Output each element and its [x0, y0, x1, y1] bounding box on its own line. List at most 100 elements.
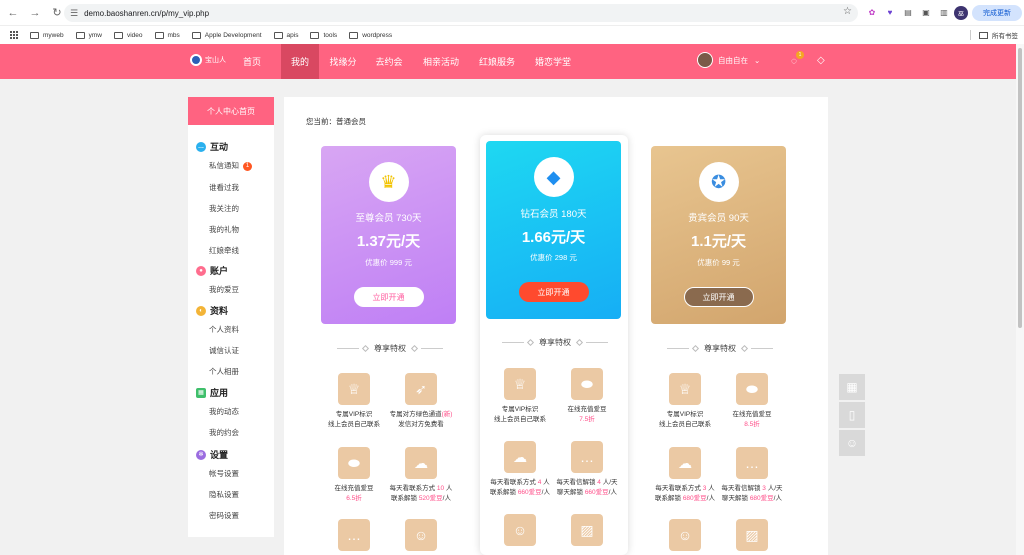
profile-avatar[interactable]: 巫 [954, 6, 968, 20]
back-icon[interactable]: ← [4, 4, 22, 22]
bean-icon: ⬬ [338, 447, 370, 479]
browser-chrome: ← → ↻ ☰ demo.baoshanren.cn/p/my_vip.php … [0, 0, 1024, 44]
forward-icon[interactable]: → [26, 4, 44, 22]
chat-bubble-icon: … [338, 519, 370, 551]
logo-icon [190, 54, 202, 66]
section-account: ● 账户 [196, 264, 228, 277]
sidebar-header[interactable]: 个人中心首页 [188, 97, 274, 125]
sidebar-item-verify[interactable]: 诚信认证 [209, 345, 239, 356]
bookmark-item[interactable]: mbs [154, 31, 180, 39]
apps-icon: ▦ [196, 387, 206, 398]
chat-bubble-icon: … [736, 447, 768, 479]
site-header: 宝山人 首页 我的 找缘分 去约会 相亲活动 红娘服务 婚恋学堂 自由自在 ⌄ … [0, 44, 1016, 79]
wechat-icon: ☁ [669, 447, 701, 479]
crown-outline-icon: ♕ [338, 373, 370, 405]
site-logo[interactable]: 宝山人 [190, 54, 226, 66]
update-button[interactable]: 完成更新 [972, 5, 1022, 21]
nav-home[interactable]: 首页 [233, 44, 271, 79]
sidebar-item-album[interactable]: 个人相册 [209, 366, 239, 377]
sidebar-item-privacy[interactable]: 隐私设置 [209, 489, 239, 500]
sidebar-item-beans[interactable]: 我的爱豆 [209, 284, 239, 295]
sidebar-item-moments[interactable]: 我的动态 [209, 406, 239, 417]
chat-bubble-icon: … [571, 441, 603, 473]
current-membership: 您当前：普通会员 [306, 117, 366, 126]
folder-icon [30, 31, 39, 39]
extensions-puzzle-icon[interactable]: ▣ [920, 6, 932, 18]
nav-dating[interactable]: 去约会 [371, 44, 407, 79]
feature-avatar: ☺ [482, 514, 558, 546]
open-honored-button[interactable]: 立即开通 [683, 287, 754, 307]
diamond-icon[interactable]: ◇ [817, 55, 825, 66]
privilege-heading: 尊享特权 [333, 343, 447, 354]
face-icon: ☺ [405, 519, 437, 551]
privilege-heading: 尊享特权 [663, 343, 777, 354]
bean-icon: ⬬ [736, 373, 768, 405]
nav-school[interactable]: 婚恋学堂 [530, 44, 576, 79]
feature-message-unlock: … 每天看信解锁 3 人/天 聊天解锁 680爱豆/人 [714, 447, 790, 504]
extension-clipboard-icon[interactable]: ▤ [902, 6, 914, 18]
sidebar-item-messages[interactable]: 私信通知 1 [209, 160, 252, 171]
nav-events[interactable]: 相亲活动 [418, 44, 464, 79]
url-text: demo.baoshanren.cn/p/my_vip.php [84, 8, 210, 18]
all-bookmarks[interactable]: 所有书签 [970, 30, 1018, 40]
feature-photo: ▨ [714, 519, 790, 551]
feature-chat: … [316, 519, 392, 551]
bookmark-item[interactable]: tools [310, 31, 337, 39]
bookmark-item[interactable]: ymw [75, 31, 102, 39]
sidebar-item-dates[interactable]: 我的约会 [209, 427, 239, 438]
mobile-icon[interactable]: ▯ [839, 402, 865, 428]
profile-icon: ◐ [196, 305, 206, 316]
service-face-icon[interactable]: ☺ [839, 430, 865, 456]
qrcode-icon[interactable]: ▦ [839, 374, 865, 400]
bookmark-star-icon[interactable]: ☆ [843, 6, 852, 17]
bean-icon: ● [196, 265, 206, 276]
scrollbar-thumb[interactable] [1018, 48, 1022, 328]
bookmark-item[interactable]: video [113, 31, 143, 39]
feature-vip-badge: ♕ 专属VIP标识 线上会员自己联系 [316, 373, 392, 430]
sidebar-item-profile[interactable]: 个人资料 [209, 324, 239, 335]
crown-outline-icon: ♕ [669, 373, 701, 405]
open-diamond-button[interactable]: 立即开通 [518, 282, 589, 302]
site-info-icon[interactable]: ☰ [70, 8, 78, 19]
folder-icon [191, 31, 201, 39]
extension-flower-icon[interactable]: ✿ [866, 6, 878, 18]
sidebar-item-matchmaker[interactable]: 红娘牵线 [209, 245, 239, 256]
sidebar-item-following[interactable]: 我关注的 [209, 203, 239, 214]
address-bar[interactable]: ☰ demo.baoshanren.cn/p/my_vip.php ☆ [64, 4, 858, 22]
feature-avatar: ☺ [383, 519, 459, 551]
nav-mine[interactable]: 我的 [281, 44, 319, 79]
face-icon: ☺ [669, 519, 701, 551]
vip-card-honored: ✪ 贵宾会员 90天 1.1元/天 优惠价 99 元 立即开通 [651, 146, 786, 324]
section-interaction: … 互动 [196, 141, 229, 152]
bell-icon[interactable]: ◌ 1 [791, 51, 804, 67]
sidebar-item-password[interactable]: 密码设置 [209, 510, 239, 521]
open-supreme-button[interactable]: 立即开通 [353, 287, 424, 307]
section-settings: ✻ 设置 [196, 448, 228, 461]
extension-heart-icon[interactable]: ♥ [884, 6, 896, 18]
folder-icon [75, 31, 85, 39]
medal-icon: ✪ [698, 162, 739, 202]
sidebar-item-gifts[interactable]: 我的礼物 [209, 224, 239, 235]
folder-icon [349, 31, 359, 39]
feature-contact: ☁ 每天看联系方式 10 人 联系解锁 520爱豆/人 [383, 447, 459, 504]
nav-matchmaker[interactable]: 红娘服务 [474, 44, 520, 79]
folder-icon [310, 31, 320, 39]
bookmark-item[interactable]: wordpress [349, 31, 392, 39]
bookmark-item[interactable]: Apple Development [191, 31, 262, 39]
user-menu[interactable]: 自由自在 ⌄ [697, 52, 760, 68]
nav-find-match[interactable]: 找缘分 [325, 44, 361, 79]
folder-icon [113, 31, 123, 39]
chevron-down-icon: ⌄ [754, 55, 761, 65]
sidebar-item-visitors[interactable]: 谁看过我 [209, 182, 239, 193]
sidebar-item-account-settings[interactable]: 帐号设置 [209, 468, 239, 479]
bookmark-item[interactable]: apis [273, 31, 298, 39]
face-icon: ☺ [504, 514, 536, 546]
wechat-icon: ☁ [405, 447, 437, 479]
feature-recharge: ⬬ 在线充值爱豆 7.5折 [549, 368, 625, 425]
sidepanel-icon[interactable]: ▥ [938, 6, 950, 18]
apps-grid-icon[interactable] [10, 31, 18, 39]
bookmark-item[interactable]: myweb [30, 31, 64, 39]
folder-icon [273, 31, 283, 39]
user-avatar [697, 52, 713, 68]
feature-recharge: ⬬ 在线充值爱豆 8.5折 [714, 373, 790, 430]
